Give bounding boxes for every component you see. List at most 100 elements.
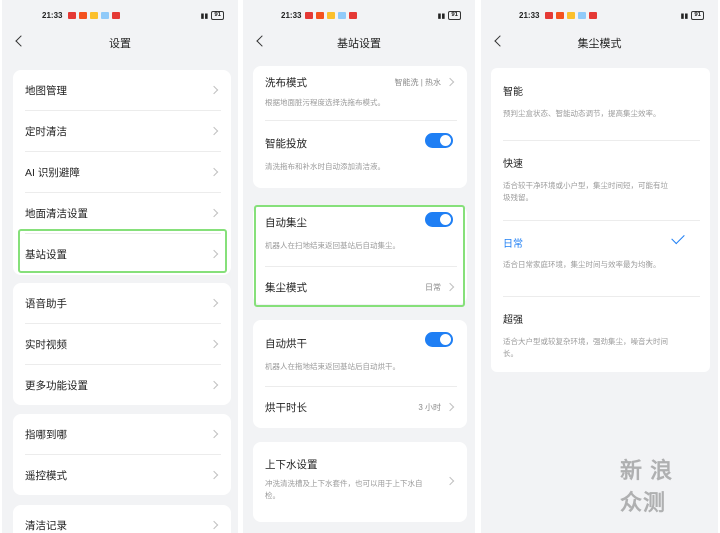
status-bar: 21:33 ▮▮ 91 <box>2 10 238 24</box>
settings-item-schedule[interactable]: 定时清洁 <box>13 111 231 151</box>
dry-duration-row[interactable]: 烘干时长 3 小时 <box>253 387 467 428</box>
settings-item-ai-avoid[interactable]: AI 识别避障 <box>13 152 231 192</box>
settings-item-remote[interactable]: 遥控模式 <box>13 455 231 495</box>
row-value: 智能洗 | 热水 <box>394 78 441 87</box>
dry-settings-card: 自动烘干 机器人在拖地结束返回基站后自动烘干。 烘干时长 3 小时 <box>253 320 467 428</box>
station-settings-screen: 21:33 ▮▮ 91 基站设置 洗布模式 智能洗 | 热水 根据地面脏污程度选… <box>243 0 475 533</box>
status-time: 21:33 <box>519 11 540 20</box>
settings-item-point-go[interactable]: 指哪到哪 <box>13 414 231 454</box>
notification-icons <box>545 12 597 19</box>
dust-settings-card: 自动集尘 机器人在扫地结束返回基站后自动集尘。 集尘模式 日常 <box>253 206 467 304</box>
notification-icon <box>589 12 597 19</box>
notification-icon <box>327 12 335 19</box>
row-value: 3 小时 <box>418 403 441 412</box>
water-settings-card: 上下水设置 冲洗清洗槽及上下水套件，也可以用于上下水自检。 <box>253 442 467 522</box>
row-label: 上下水设置 <box>265 459 318 471</box>
chevron-right-icon <box>209 429 219 439</box>
row-label: 烘干时长 <box>265 402 307 414</box>
settings-item-station[interactable]: 基站设置 <box>13 234 231 274</box>
row-description: 清洗拖布和补水时自动添加清洁液。 <box>265 162 385 171</box>
system-icons: ▮▮ 91 <box>681 11 704 20</box>
settings-item-label: 基站设置 <box>25 249 67 261</box>
chevron-right-icon <box>209 380 219 390</box>
status-bar: 21:33 ▮▮ 91 <box>481 10 718 24</box>
chevron-right-icon <box>209 249 219 259</box>
mop-wash-mode-row[interactable]: 洗布模式 智能洗 | 热水 根据地面脏污程度选择洗拖布模式。 <box>253 66 467 118</box>
option-strong[interactable]: 超强 适合大户型或较复杂环境，强劲集尘，噪音大时间长。 <box>491 297 710 372</box>
auto-dust-row: 自动集尘 机器人在扫地结束返回基站后自动集尘。 <box>253 206 467 261</box>
settings-item-more[interactable]: 更多功能设置 <box>13 365 231 405</box>
chevron-right-icon <box>209 167 219 177</box>
settings-item-history[interactable]: 清洁记录 <box>13 505 231 533</box>
page-title: 设置 <box>109 38 131 50</box>
chevron-right-icon <box>209 520 219 530</box>
chevron-right-icon <box>209 298 219 308</box>
settings-item-label: 语音助手 <box>25 298 67 310</box>
option-description: 适合较干净环境或小户型，集尘时间短，可能有垃圾残留。 <box>503 181 668 202</box>
chevron-right-icon <box>209 126 219 136</box>
auto-dry-row: 自动烘干 机器人在拖地结束返回基站后自动烘干。 <box>253 320 467 384</box>
settings-item-label: 实时视频 <box>25 339 67 351</box>
option-label: 日常 <box>503 239 523 250</box>
system-icons: ▮▮ 91 <box>201 11 224 20</box>
option-description: 适合日常家庭环境，集尘时间与效率最为均衡。 <box>503 260 661 269</box>
option-fast[interactable]: 快速 适合较干净环境或小户型，集尘时间短，可能有垃圾残留。 <box>491 141 710 219</box>
water-setup-row[interactable]: 上下水设置 冲洗清洗槽及上下水套件，也可以用于上下水自检。 <box>253 442 467 522</box>
signal-icon: ▮▮ <box>200 12 209 20</box>
notification-icon <box>316 12 324 19</box>
option-label: 智能 <box>503 87 523 98</box>
battery-icon: 91 <box>448 11 461 20</box>
auto-dust-toggle[interactable] <box>425 212 453 227</box>
signal-icon: ▮▮ <box>437 12 446 20</box>
notification-icon <box>567 12 575 19</box>
notification-icon <box>305 12 313 19</box>
dust-mode-row[interactable]: 集尘模式 日常 <box>253 267 467 303</box>
dust-mode-screen: 21:33 ▮▮ 91 集尘模式 智能 预判尘盒状态、智能动态调节，提高集尘效率… <box>481 0 718 533</box>
settings-item-video[interactable]: 实时视频 <box>13 324 231 364</box>
option-smart[interactable]: 智能 预判尘盒状态、智能动态调节，提高集尘效率。 <box>491 68 710 138</box>
signal-icon: ▮▮ <box>680 12 689 20</box>
settings-item-label: 定时清洁 <box>25 126 67 138</box>
settings-item-map[interactable]: 地图管理 <box>13 70 231 110</box>
chevron-right-icon <box>209 85 219 95</box>
notification-icon <box>556 12 564 19</box>
row-label: 自动集尘 <box>265 217 307 229</box>
row-value: 日常 <box>425 283 441 292</box>
settings-item-label: 更多功能设置 <box>25 380 88 392</box>
chevron-right-icon <box>445 402 455 412</box>
watermark-text: 新 浪 众测 <box>620 458 674 515</box>
system-icons: ▮▮ 91 <box>438 11 461 20</box>
chevron-right-icon <box>209 339 219 349</box>
settings-item-floor-clean[interactable]: 地面清洁设置 <box>13 193 231 233</box>
smart-dispense-row: 智能投放 清洗拖布和补水时自动添加清洁液。 <box>253 121 467 187</box>
settings-item-label: 清洁记录 <box>25 520 67 532</box>
notification-icons <box>68 12 120 19</box>
settings-group-1: 地图管理 定时清洁 AI 识别避障 地面清洁设置 基站设置 <box>13 70 231 275</box>
row-description: 机器人在扫地结束返回基站后自动集尘。 <box>265 241 400 250</box>
chevron-right-icon <box>445 476 455 486</box>
battery-icon: 91 <box>691 11 704 20</box>
chevron-right-icon <box>209 208 219 218</box>
nav-bar: 集尘模式 <box>481 30 718 56</box>
settings-item-voice[interactable]: 语音助手 <box>13 283 231 323</box>
notification-icon <box>90 12 98 19</box>
option-description: 适合大户型或较复杂环境，强劲集尘，噪音大时间长。 <box>503 337 668 358</box>
settings-screen: 21:33 ▮▮ 91 设置 地图管理 定时清洁 AI 识别避障 地面清洁设置 … <box>2 0 238 533</box>
settings-group-2: 语音助手实时视频更多功能设置 <box>13 283 231 405</box>
option-description: 预判尘盒状态、智能动态调节，提高集尘效率。 <box>503 109 661 118</box>
settings-item-label: 地图管理 <box>25 85 67 97</box>
page-title: 基站设置 <box>337 38 381 50</box>
notification-icon <box>68 12 76 19</box>
auto-dry-toggle[interactable] <box>425 332 453 347</box>
smart-dispense-toggle[interactable] <box>425 133 453 148</box>
wash-settings-card: 洗布模式 智能洗 | 热水 根据地面脏污程度选择洗拖布模式。 智能投放 清洗拖布… <box>253 66 467 188</box>
notification-icon <box>349 12 357 19</box>
settings-item-label: 遥控模式 <box>25 470 67 482</box>
settings-group-4: 清洁记录 <box>13 505 231 533</box>
status-time: 21:33 <box>42 11 63 20</box>
row-description: 冲洗清洗槽及上下水套件，也可以用于上下水自检。 <box>265 479 423 500</box>
option-daily[interactable]: 日常 适合日常家庭环境，集尘时间与效率最为均衡。 <box>491 221 710 293</box>
settings-item-label: 指哪到哪 <box>25 429 67 441</box>
notification-icon <box>578 12 586 19</box>
status-bar: 21:33 ▮▮ 91 <box>243 10 475 24</box>
